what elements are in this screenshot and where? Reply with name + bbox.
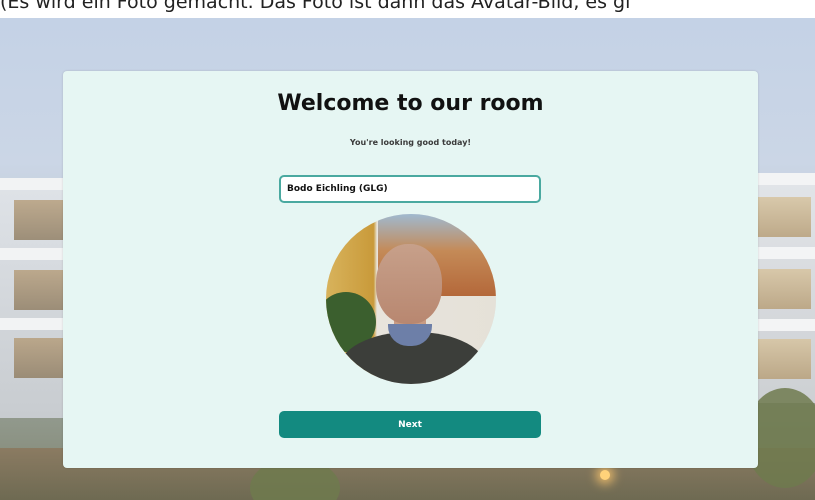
building-right	[748, 173, 815, 403]
avatar-photo	[326, 214, 496, 384]
next-button[interactable]: Next	[279, 411, 541, 438]
caption-text: (Es wird ein Foto gemacht. Das Foto ist …	[0, 0, 631, 13]
welcome-dialog: Welcome to our room You're looking good …	[63, 71, 758, 468]
lamp-light	[600, 470, 610, 480]
building-left	[0, 178, 70, 418]
display-name-input[interactable]	[279, 175, 541, 203]
dialog-title: Welcome to our room	[277, 91, 544, 116]
caption-strip: (Es wird ein Foto gemacht. Das Foto ist …	[0, 0, 815, 18]
dialog-subtitle: You're looking good today!	[349, 138, 472, 147]
